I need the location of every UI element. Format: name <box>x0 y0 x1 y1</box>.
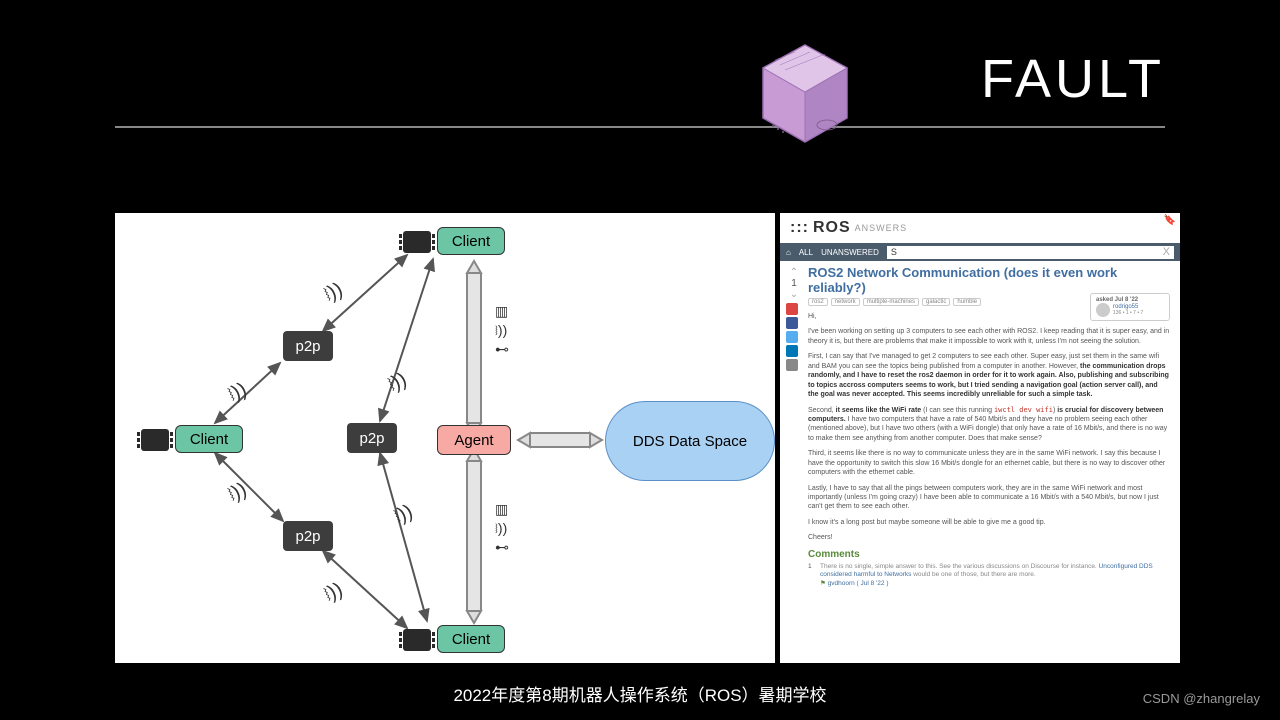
comment: 1 There is no single, simple answer to t… <box>808 563 1170 588</box>
p2p-box-top: p2p <box>283 331 333 361</box>
tag[interactable]: network <box>831 298 860 306</box>
p2p-box-mid: p2p <box>347 423 397 453</box>
ros-header: ::: ROS ANSWERS <box>780 213 1180 243</box>
connection-icons-bottom: ▥ ⧘)) ⊷ <box>495 501 509 556</box>
question-title[interactable]: ROS2 Network Communication (does it even… <box>808 265 1170 295</box>
search-input[interactable]: S X <box>887 246 1174 259</box>
tag[interactable]: multiple-machines <box>863 298 919 306</box>
comments-heading: Comments <box>808 549 1170 560</box>
user-stats: 136 • 1 • 7 • 7 <box>1113 310 1143 316</box>
search-value: S <box>891 247 897 257</box>
q-p5: Lastly, I have to say that all the pings… <box>808 484 1170 512</box>
tag[interactable]: humble <box>953 298 981 306</box>
linkedin-icon[interactable] <box>786 345 798 357</box>
ros-logo: ROS <box>813 219 851 237</box>
q-p1: I've been working on setting up 3 comput… <box>808 327 1170 346</box>
comment-author[interactable]: gvdhoorn ( Jul 8 '22 ) <box>828 580 889 587</box>
usb-icon: ⊷ <box>495 341 509 358</box>
slide-title: FAULT <box>981 48 1165 110</box>
chip-icon <box>141 429 169 451</box>
dds-cloud: DDS Data Space <box>605 401 775 481</box>
chip-icon <box>403 231 431 253</box>
vote-down-icon[interactable]: ⌄ <box>786 289 802 300</box>
ethernet-icon: ▥ <box>495 501 509 518</box>
ros-answers-label: ANSWERS <box>855 223 908 233</box>
vote-count: 1 <box>786 278 802 289</box>
client-box-bottom: Client <box>437 625 505 653</box>
share-icon[interactable] <box>786 359 798 371</box>
social-icons <box>786 303 800 371</box>
q-p6: I know it's a long post but maybe someon… <box>808 518 1170 527</box>
client-box-mid: Client <box>175 425 243 453</box>
comment-number: 1 <box>808 563 812 571</box>
home-icon[interactable]: ⌂ <box>786 248 791 257</box>
avatar <box>1096 303 1110 317</box>
cube-icon <box>755 40 855 150</box>
wifi-icon: ⧘)) <box>495 520 509 537</box>
q-p3: Second, it seems like the WiFi rate (I c… <box>808 406 1170 444</box>
bookmark-icon[interactable]: 🔖 <box>1164 215 1176 226</box>
email-icon[interactable] <box>786 303 798 315</box>
ros-answers-screenshot: 🔖 ::: ROS ANSWERS ⌂ ALL UNANSWERED S X ⌃… <box>780 213 1180 663</box>
asked-box: asked Jul 8 '22 rodrigo55 136 • 1 • 7 • … <box>1090 293 1170 321</box>
vote-widget[interactable]: ⌃ 1 ⌄ <box>786 267 802 300</box>
vote-up-icon[interactable]: ⌃ <box>786 267 802 278</box>
wifi-icon: ⧘)) <box>495 322 509 339</box>
tag[interactable]: galactic <box>922 298 950 306</box>
architecture-diagram: Client Client Client p2p p2p p2p Agent D… <box>115 213 775 663</box>
usb-icon: ⊷ <box>495 539 509 556</box>
slide-footer: 2022年度第8期机器人操作系统（ROS）暑期学校 <box>0 681 1280 706</box>
q-p7: Cheers! <box>808 533 1170 542</box>
agent-box: Agent <box>437 425 511 455</box>
facebook-icon[interactable] <box>786 317 798 329</box>
nav-unanswered[interactable]: UNANSWERED <box>821 248 879 257</box>
twitter-icon[interactable] <box>786 331 798 343</box>
clear-icon[interactable]: X <box>1163 246 1170 258</box>
divider <box>115 126 1165 128</box>
ethernet-icon: ▥ <box>495 303 509 320</box>
ros-nav: ⌂ ALL UNANSWERED S X <box>780 243 1180 261</box>
connection-icons-top: ▥ ⧘)) ⊷ <box>495 303 509 358</box>
p2p-box-bottom: p2p <box>283 521 333 551</box>
q-p2: First, I can say that I've managed to ge… <box>808 352 1170 399</box>
ros-logo-dots: ::: <box>790 219 809 237</box>
nav-all[interactable]: ALL <box>799 248 813 257</box>
watermark: CSDN @zhangrelay <box>1143 691 1260 706</box>
client-box-top: Client <box>437 227 505 255</box>
tag[interactable]: ros2 <box>808 298 828 306</box>
chip-icon <box>403 629 431 651</box>
q-p4: Third, it seems like there is no way to … <box>808 449 1170 477</box>
